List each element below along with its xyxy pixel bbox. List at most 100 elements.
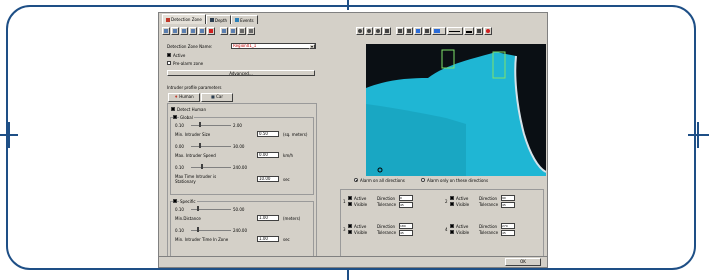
distance-value: 1.00 — [259, 215, 268, 220]
tab-events[interactable]: Events — [231, 15, 258, 24]
direction-2-visible-checkbox[interactable] — [450, 202, 454, 206]
save-icon — [182, 29, 186, 33]
distance-slider-thumb[interactable] — [197, 206, 199, 211]
time-max-label: 240.00 — [233, 165, 247, 170]
tab-detection-zone[interactable]: Detection Zone — [162, 14, 206, 24]
human-icon: ♦ — [174, 94, 178, 99]
line-width-button[interactable] — [464, 27, 474, 35]
export-button[interactable] — [229, 27, 237, 35]
line-button[interactable] — [423, 27, 431, 35]
detect-human-checkbox[interactable] — [171, 107, 175, 111]
specific-checkbox[interactable] — [173, 199, 177, 203]
direction-3-visible-label: Visible — [354, 230, 368, 235]
direction-4-direction-label: Direction — [479, 224, 498, 229]
speed-max-label: 30.00 — [233, 144, 245, 149]
direction-3-active-checkbox[interactable] — [348, 224, 352, 228]
frame-tick-left-v — [8, 122, 10, 148]
profile-human-button[interactable]: ♦ Human — [168, 93, 200, 102]
global-checkbox[interactable] — [173, 115, 177, 119]
detection-zone-dropdown-button[interactable]: ▾ — [309, 44, 315, 49]
direction-3-direction-spin[interactable]: 180 — [399, 223, 413, 229]
direction-2-active-checkbox[interactable] — [450, 196, 454, 200]
active-checkbox[interactable] — [167, 53, 171, 57]
direction-3-visible-checkbox[interactable] — [348, 230, 352, 234]
direction-4-tolerance-label: Tolerance — [479, 230, 499, 235]
camera-view[interactable] — [366, 44, 546, 176]
delete-zone-button[interactable] — [207, 27, 215, 35]
direction-2-tolerance-label: Tolerance — [479, 202, 499, 207]
open-zone-button[interactable] — [171, 27, 179, 35]
direction-3-direction-label: Direction — [377, 224, 396, 229]
refresh-button[interactable] — [383, 27, 391, 35]
copy-icon — [191, 29, 195, 33]
zone-time-slider-thumb[interactable] — [197, 227, 199, 232]
import-icon — [222, 29, 226, 33]
new-zone-button[interactable] — [162, 27, 170, 35]
direction-4-direction-spin[interactable]: 270 — [501, 223, 515, 229]
direction-1-direction-spin[interactable]: 0 — [399, 195, 413, 201]
speed-slider-thumb[interactable] — [199, 143, 201, 148]
draw-button[interactable] — [396, 27, 404, 35]
direction-2-visible-label: Visible — [456, 202, 470, 207]
select-button[interactable] — [405, 27, 413, 35]
zoom-fit-button[interactable] — [374, 27, 382, 35]
zone-time-unit: sec — [283, 237, 290, 242]
direction-2-direction-spin[interactable]: 90 — [501, 195, 515, 201]
direction-2-active-label: Active — [456, 196, 469, 201]
size-input[interactable]: 0.50 — [257, 131, 279, 137]
zoom-in-button[interactable] — [356, 27, 364, 35]
size-slider-thumb[interactable] — [199, 122, 201, 127]
direction-4-tolerance-spin[interactable]: 45 — [501, 230, 515, 236]
advanced-button[interactable]: Advanced... — [167, 70, 315, 76]
clear-button[interactable] — [484, 27, 492, 35]
zoom-fit-icon — [376, 29, 380, 33]
grid-button[interactable] — [247, 27, 255, 35]
line-width-icon — [466, 31, 472, 33]
zone-time-input[interactable]: 1.00 — [257, 236, 279, 242]
ok-button[interactable]: OK — [505, 258, 541, 266]
distance-input[interactable]: 1.00 — [257, 215, 279, 221]
frame-tick-right-v — [697, 122, 699, 148]
detect-human-label: Detect Human — [177, 107, 207, 112]
time-value: 10.00 — [259, 176, 271, 181]
alarm-these-radio[interactable] — [421, 178, 425, 182]
time-input[interactable]: 10.00 — [257, 176, 279, 182]
select-icon — [407, 29, 411, 33]
distance-label: Min.Distance — [175, 216, 201, 221]
settings-button[interactable] — [475, 27, 483, 35]
car-icon: ■ — [211, 94, 215, 99]
color-picker-button[interactable] — [432, 27, 446, 35]
pencil-button[interactable] — [238, 27, 246, 35]
detection-zone-name-select[interactable]: Region01_1 — [231, 43, 316, 49]
line-style-button[interactable] — [447, 27, 463, 35]
direction-1-tolerance-label: Tolerance — [377, 202, 397, 207]
events-icon — [235, 18, 240, 22]
profile-car-button[interactable]: ■ Car — [201, 93, 233, 102]
direction-2-tolerance-spin[interactable]: 45 — [501, 202, 515, 208]
prealarm-checkbox[interactable] — [167, 61, 171, 65]
direction-2-index: 2 — [445, 199, 448, 204]
edit-zone-button[interactable] — [198, 27, 206, 35]
fill-color-button[interactable] — [414, 27, 422, 35]
direction-3-tolerance-spin[interactable]: 45 — [399, 230, 413, 236]
zone-time-label: Min. Intruder Time In Zone — [175, 237, 229, 242]
direction-4-active-checkbox[interactable] — [450, 224, 454, 228]
speed-input[interactable]: 0.00 — [257, 152, 279, 158]
zoom-out-button[interactable] — [365, 27, 373, 35]
size-max-label: 2.00 — [233, 123, 242, 128]
import-button[interactable] — [220, 27, 228, 35]
direction-1-tolerance-spin[interactable]: 45 — [399, 202, 413, 208]
zone-time-value: 1.00 — [259, 236, 268, 241]
time-slider-thumb[interactable] — [201, 164, 203, 169]
tab-depth[interactable]: Depth — [205, 15, 232, 24]
zoom-in-icon — [358, 29, 362, 33]
alarm-all-radio[interactable] — [354, 178, 358, 182]
save-zone-button[interactable] — [180, 27, 188, 35]
direction-1-active-checkbox[interactable] — [348, 196, 352, 200]
speed-value: 0.00 — [259, 152, 268, 157]
direction-1-visible-checkbox[interactable] — [348, 202, 352, 206]
copy-zone-button[interactable] — [189, 27, 197, 35]
direction-4-visible-checkbox[interactable] — [450, 230, 454, 234]
fill-color-icon — [416, 29, 420, 33]
alarm-all-label: Alarm on all directions — [360, 178, 405, 183]
